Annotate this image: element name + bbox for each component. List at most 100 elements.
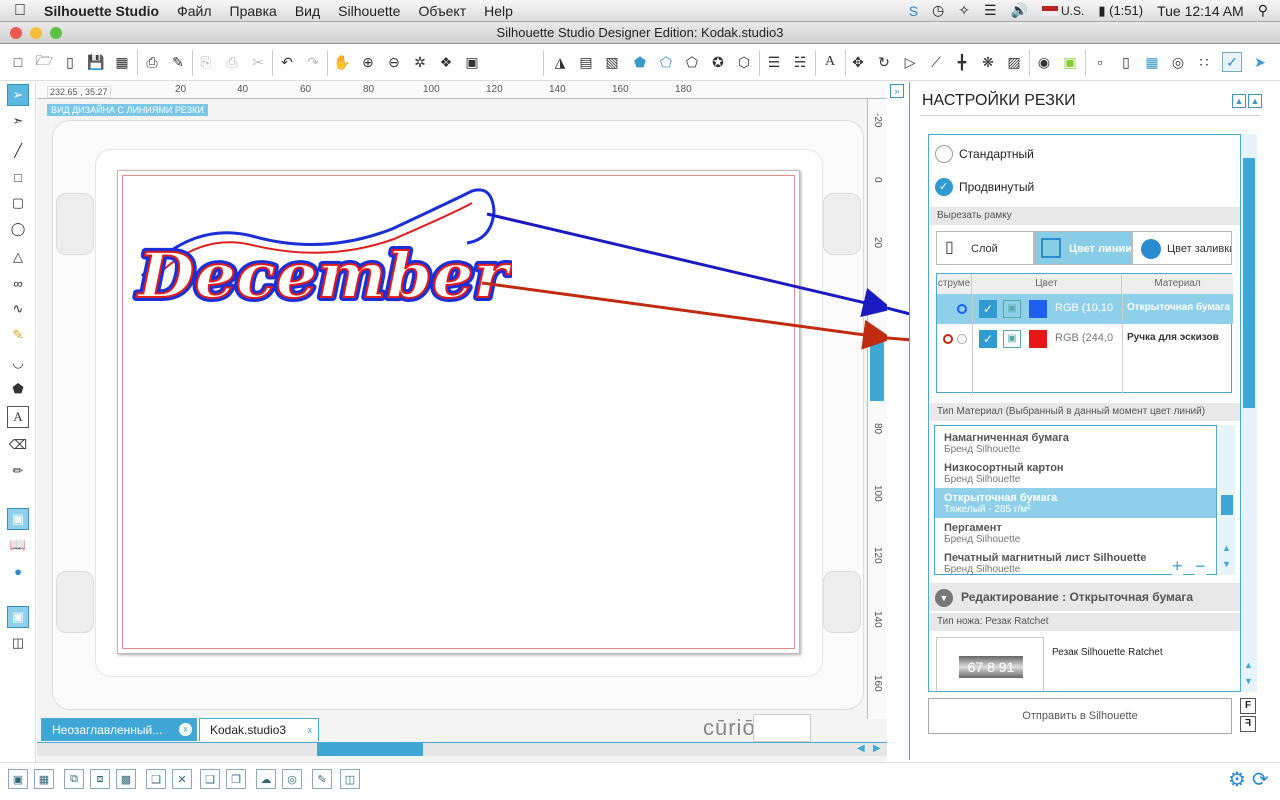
- regular-polygon-tool-icon[interactable]: ⬟: [7, 378, 29, 400]
- library-icon[interactable]: ▯: [60, 52, 80, 72]
- cut-tool-indicator[interactable]: [957, 304, 967, 314]
- sketch-icon[interactable]: ✪: [708, 52, 728, 72]
- zoom-drag-icon[interactable]: ❖: [436, 52, 456, 72]
- list-scroll-down-icon[interactable]: ▼: [1222, 559, 1231, 569]
- add-material-icon[interactable]: +: [1172, 557, 1183, 575]
- menu-silhouette[interactable]: Silhouette: [329, 3, 409, 19]
- line-style-icon[interactable]: ⬠: [656, 52, 676, 72]
- clock[interactable]: Tue 12:14 AM: [1157, 3, 1244, 19]
- scale-icon[interactable]: ▷: [900, 52, 920, 72]
- online-store-icon[interactable]: ●: [7, 560, 29, 582]
- design-canvas[interactable]: 20 40 60 80 100 120 140 160 180 -20 0 20…: [37, 82, 887, 762]
- shadow-icon[interactable]: ⬠: [682, 52, 702, 72]
- design-page-icon[interactable]: ▣: [7, 508, 29, 530]
- cut-tool-indicator[interactable]: [943, 334, 953, 344]
- freehand-tool-icon[interactable]: ∿: [7, 298, 29, 320]
- release-compound-icon[interactable]: ⧈: [90, 769, 110, 789]
- radio-advanced[interactable]: [935, 178, 953, 196]
- transform-icon[interactable]: ✥: [848, 52, 868, 72]
- bluetooth-icon[interactable]: ✧: [958, 2, 970, 19]
- row-enable-checkbox[interactable]: ✓: [979, 300, 997, 318]
- list-item[interactable]: Пергамент Бренд Silhouette: [935, 518, 1216, 548]
- cut-tool-indicator-empty[interactable]: [957, 334, 967, 344]
- expand-edit-icon[interactable]: ▼: [935, 589, 953, 607]
- menu-file[interactable]: Файл: [168, 3, 220, 19]
- paste-icon[interactable]: ⎙: [222, 52, 242, 72]
- close-tab-icon[interactable]: x: [308, 719, 313, 742]
- row-cut-mode-icon[interactable]: ▣: [1003, 330, 1021, 348]
- save-to-library-icon[interactable]: ▦: [112, 52, 132, 72]
- grid-icon[interactable]: ▦: [1142, 52, 1162, 72]
- ungroup-icon[interactable]: ▦: [34, 769, 54, 789]
- cut-settings-icon[interactable]: ✓: [1222, 52, 1242, 72]
- zoom-in-icon[interactable]: ⊕: [358, 52, 378, 72]
- zoom-window-button[interactable]: [50, 27, 62, 39]
- pan-hand-icon[interactable]: ✋: [332, 52, 352, 72]
- gradient-icon[interactable]: ▤: [576, 52, 596, 72]
- panel-scroll-up-icon[interactable]: ▲: [1244, 660, 1253, 670]
- horizontal-scroll-thumb[interactable]: [317, 743, 423, 756]
- rectangle-tool-icon[interactable]: □: [7, 166, 29, 188]
- fit-to-page-icon[interactable]: ▣: [462, 52, 482, 72]
- new-document-icon[interactable]: □: [8, 52, 28, 72]
- table-row[interactable]: ✓ ▣ RGB (244,0 Ручка для эскизов: [937, 324, 1233, 354]
- close-tab-icon[interactable]: x: [179, 723, 192, 736]
- knife-tool-icon[interactable]: ✏: [7, 460, 29, 482]
- radio-standard[interactable]: [935, 145, 953, 163]
- line-tool-icon[interactable]: ╱: [7, 140, 29, 162]
- menu-edit[interactable]: Правка: [221, 3, 286, 19]
- table-row[interactable]: ✓ ▣ RGB (10,10 Открыточная бумага: [937, 294, 1233, 324]
- tab-kodak[interactable]: Kodak.studio3 x: [199, 718, 319, 741]
- panel-scrollbar[interactable]: ▲ ▼: [1241, 134, 1257, 692]
- minimize-window-button[interactable]: [30, 27, 42, 39]
- split-view-icon[interactable]: ◫: [7, 632, 29, 654]
- group-icon[interactable]: ▣: [8, 769, 28, 789]
- edit-material-header[interactable]: ▼ Редактирование : Открыточная бумага: [929, 583, 1240, 611]
- menu-help[interactable]: Help: [475, 3, 522, 19]
- select-tool-icon[interactable]: ➢: [7, 84, 29, 106]
- send-to-silhouette-button[interactable]: Отправить в Silhouette: [928, 698, 1232, 734]
- polygon-tool-icon[interactable]: △: [7, 246, 29, 268]
- send-to-cutter-icon[interactable]: ✎: [168, 52, 188, 72]
- nesting-icon[interactable]: ▨: [1004, 52, 1024, 72]
- refresh-icon[interactable]: ⟳: [1252, 767, 1269, 792]
- print-icon[interactable]: ⎙: [142, 52, 162, 72]
- list-item[interactable]: Намагниченная бумага Бренд Silhouette: [935, 428, 1216, 458]
- settings-gear-icon[interactable]: ⚙: [1228, 767, 1246, 792]
- registration-icon[interactable]: ◎: [1168, 52, 1188, 72]
- replicate-icon[interactable]: ❋: [978, 52, 998, 72]
- align-icon[interactable]: ☰: [764, 52, 784, 72]
- single-view-icon[interactable]: ▣: [7, 606, 29, 628]
- bring-to-front-icon[interactable]: ▩: [116, 769, 136, 789]
- volume-icon[interactable]: 🔊: [1011, 2, 1028, 19]
- mirror-icon[interactable]: ❐: [226, 769, 246, 789]
- input-language[interactable]: U.S.: [1041, 4, 1084, 18]
- eraser-tool-icon[interactable]: ⌫: [7, 434, 29, 456]
- cut-by-layer-button[interactable]: ▯ Слой: [936, 231, 1034, 265]
- time-machine-icon[interactable]: ◷: [932, 2, 944, 19]
- trace-icon[interactable]: ▫: [1090, 52, 1110, 72]
- cut-icon[interactable]: ✂: [248, 52, 268, 72]
- battery-status[interactable]: ▮ (1:51): [1098, 3, 1143, 19]
- print-cut-icon[interactable]: ∷: [1194, 52, 1214, 72]
- line-options-icon[interactable]: ☵: [790, 52, 810, 72]
- send-panel-icon[interactable]: ➤: [1250, 52, 1270, 72]
- skype-icon[interactable]: S: [909, 3, 918, 19]
- copy-icon[interactable]: ⎘: [196, 52, 216, 72]
- redo-icon[interactable]: ↷: [303, 52, 323, 72]
- remove-material-icon[interactable]: −: [1195, 557, 1206, 575]
- close-window-button[interactable]: [10, 27, 22, 39]
- scroll-right-icon[interactable]: ▶: [873, 743, 881, 754]
- pencil-tool-icon[interactable]: ✎: [7, 324, 29, 346]
- page-setup-icon[interactable]: ▯: [1116, 52, 1136, 72]
- zoom-out-icon[interactable]: ⊖: [384, 52, 404, 72]
- apple-menu-icon[interactable]: : [0, 2, 40, 20]
- offset-icon[interactable]: ▣: [1060, 52, 1080, 72]
- modify-icon[interactable]: ◉: [1034, 52, 1054, 72]
- spotlight-icon[interactable]: ⚲: [1258, 2, 1268, 19]
- curve-tool-icon[interactable]: ∞: [7, 272, 29, 294]
- list-item[interactable]: Низкосортный картон Бренд Silhouette: [935, 458, 1216, 488]
- fill-panel-icon[interactable]: ⬡: [734, 52, 754, 72]
- delete-icon[interactable]: ✕: [172, 769, 192, 789]
- material-list-scrollbar[interactable]: ▲ ▼: [1219, 425, 1235, 575]
